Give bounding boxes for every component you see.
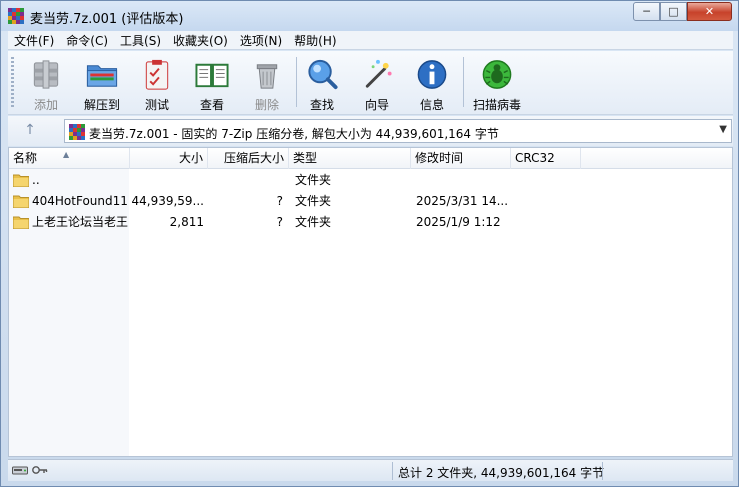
file-name: 404HotFound11 <box>32 194 128 208</box>
toolbar: 添加 解压到 测试 查看 删除 查找 向导 信息 扫描病毒 <box>8 51 733 115</box>
extract-folder-icon <box>86 65 118 87</box>
archive-path-field[interactable]: 麦当劳.7z.001 - 固实的 7-Zip 压缩分卷, 解包大小为 44,93… <box>64 119 732 143</box>
info-icon <box>417 60 447 89</box>
view-book-icon <box>195 63 229 88</box>
scan-virus-label: 扫描病毒 <box>472 98 521 112</box>
winrar-app-icon <box>8 8 24 24</box>
file-name: 上老王论坛当老王 <box>32 215 129 229</box>
delete-trash-icon <box>256 64 278 89</box>
drive-icon[interactable] <box>12 464 28 476</box>
view-label: 查看 <box>199 98 224 112</box>
column-header-name-label: 名称 <box>13 151 38 165</box>
list-item[interactable]: 上老王论坛当老王 2,811 ? 文件夹 2025/1/9 1:12 <box>9 212 732 233</box>
file-list: 名称 ▲ 大小 压缩后大小 类型 修改时间 CRC32 .. 文件夹 404Ho… <box>8 147 733 457</box>
file-packed-size <box>208 170 283 191</box>
delete-label: 删除 <box>254 98 279 112</box>
extract-to-label: 解压到 <box>83 98 120 112</box>
find-magnifier-icon <box>308 59 338 90</box>
info-button[interactable]: 信息 <box>407 53 457 113</box>
status-icons <box>12 464 48 476</box>
status-divider <box>392 462 393 480</box>
status-bar: 总计 2 文件夹, 44,939,601,164 字节 <box>8 459 733 481</box>
folder-icon <box>13 216 29 229</box>
toolbar-grip[interactable] <box>11 57 14 107</box>
view-button[interactable]: 查看 <box>187 53 237 113</box>
wizard-label: 向导 <box>364 98 389 112</box>
file-packed-size: ? <box>276 215 283 229</box>
extract-to-button[interactable]: 解压到 <box>77 53 127 113</box>
address-bar: ↑ 麦当劳.7z.001 - 固实的 7-Zip 压缩分卷, 解包大小为 44,… <box>8 116 733 146</box>
scan-virus-button[interactable]: 扫描病毒 <box>470 53 524 113</box>
title-bar[interactable]: 麦当劳.7z.001 (评估版本) ─ □ ✕ <box>1 1 738 31</box>
menu-help[interactable]: 帮助(H) <box>288 32 342 49</box>
file-type: 文件夹 <box>295 215 332 229</box>
archive-file-icon <box>69 124 85 140</box>
chevron-down-icon[interactable]: ▼ <box>719 124 727 135</box>
menu-file[interactable]: 文件(F) <box>8 32 60 49</box>
minimize-button[interactable]: ─ <box>633 2 660 21</box>
close-button[interactable]: ✕ <box>687 2 732 21</box>
add-button[interactable]: 添加 <box>21 53 71 113</box>
toolbar-separator <box>463 57 464 107</box>
app-window: 麦当劳.7z.001 (评估版本) ─ □ ✕ 文件(F) 命令(C) 工具(S… <box>0 0 739 487</box>
wizard-wand-icon <box>365 59 392 88</box>
find-label: 查找 <box>309 98 334 112</box>
folder-icon <box>13 174 29 187</box>
column-header-crc32[interactable]: CRC32 <box>511 148 581 169</box>
folder-icon <box>13 195 29 208</box>
column-header-row: 名称 ▲ 大小 压缩后大小 类型 修改时间 CRC32 <box>9 148 732 169</box>
menu-bar: 文件(F) 命令(C) 工具(S) 收藏夹(O) 选项(N) 帮助(H) <box>8 31 733 50</box>
find-button[interactable]: 查找 <box>297 53 347 113</box>
window-controls: ─ □ ✕ <box>633 2 732 21</box>
file-size: 44,939,59... <box>131 194 204 208</box>
file-type: 文件夹 <box>295 173 332 187</box>
file-name: .. <box>32 173 40 187</box>
file-modified <box>416 170 510 191</box>
key-icon[interactable] <box>32 464 48 476</box>
file-modified: 2025/3/31 14... <box>416 194 509 208</box>
file-packed-size: ? <box>276 194 283 208</box>
test-button[interactable]: 测试 <box>132 53 182 113</box>
list-item[interactable]: 404HotFound11 44,939,59... ? 文件夹 2025/3/… <box>9 191 732 212</box>
sort-ascending-icon: ▲ <box>63 150 70 159</box>
menu-commands[interactable]: 命令(C) <box>60 32 114 49</box>
status-summary: 总计 2 文件夹, 44,939,601,164 字节 <box>398 466 605 480</box>
column-header-size[interactable]: 大小 <box>130 148 208 169</box>
column-header-name[interactable]: 名称 ▲ <box>9 148 130 169</box>
file-size <box>130 170 204 191</box>
menu-options[interactable]: 选项(N) <box>234 32 288 49</box>
column-header-type[interactable]: 类型 <box>289 148 411 169</box>
file-size: 2,811 <box>169 215 204 229</box>
column-header-packed-size[interactable]: 压缩后大小 <box>208 148 289 169</box>
test-label: 测试 <box>144 98 169 112</box>
window-title: 麦当劳.7z.001 (评估版本) <box>30 12 184 27</box>
file-type: 文件夹 <box>295 194 332 208</box>
list-item[interactable]: .. 文件夹 <box>9 170 732 191</box>
add-label: 添加 <box>33 98 58 112</box>
menu-tools[interactable]: 工具(S) <box>114 32 167 49</box>
wizard-button[interactable]: 向导 <box>352 53 402 113</box>
column-header-modified[interactable]: 修改时间 <box>411 148 511 169</box>
maximize-button[interactable]: □ <box>660 2 687 21</box>
file-modified: 2025/1/9 1:12 <box>416 215 501 229</box>
archive-path-text: 麦当劳.7z.001 - 固实的 7-Zip 压缩分卷, 解包大小为 44,93… <box>89 127 499 141</box>
menu-favorites[interactable]: 收藏夹(O) <box>167 32 234 49</box>
test-clipboard-icon <box>145 59 169 90</box>
up-arrow-icon[interactable]: ↑ <box>20 122 40 140</box>
virus-scan-icon <box>482 60 512 89</box>
delete-button[interactable]: 删除 <box>242 53 292 113</box>
status-divider <box>602 462 603 480</box>
info-label: 信息 <box>419 98 444 112</box>
add-archive-icon <box>33 60 59 89</box>
